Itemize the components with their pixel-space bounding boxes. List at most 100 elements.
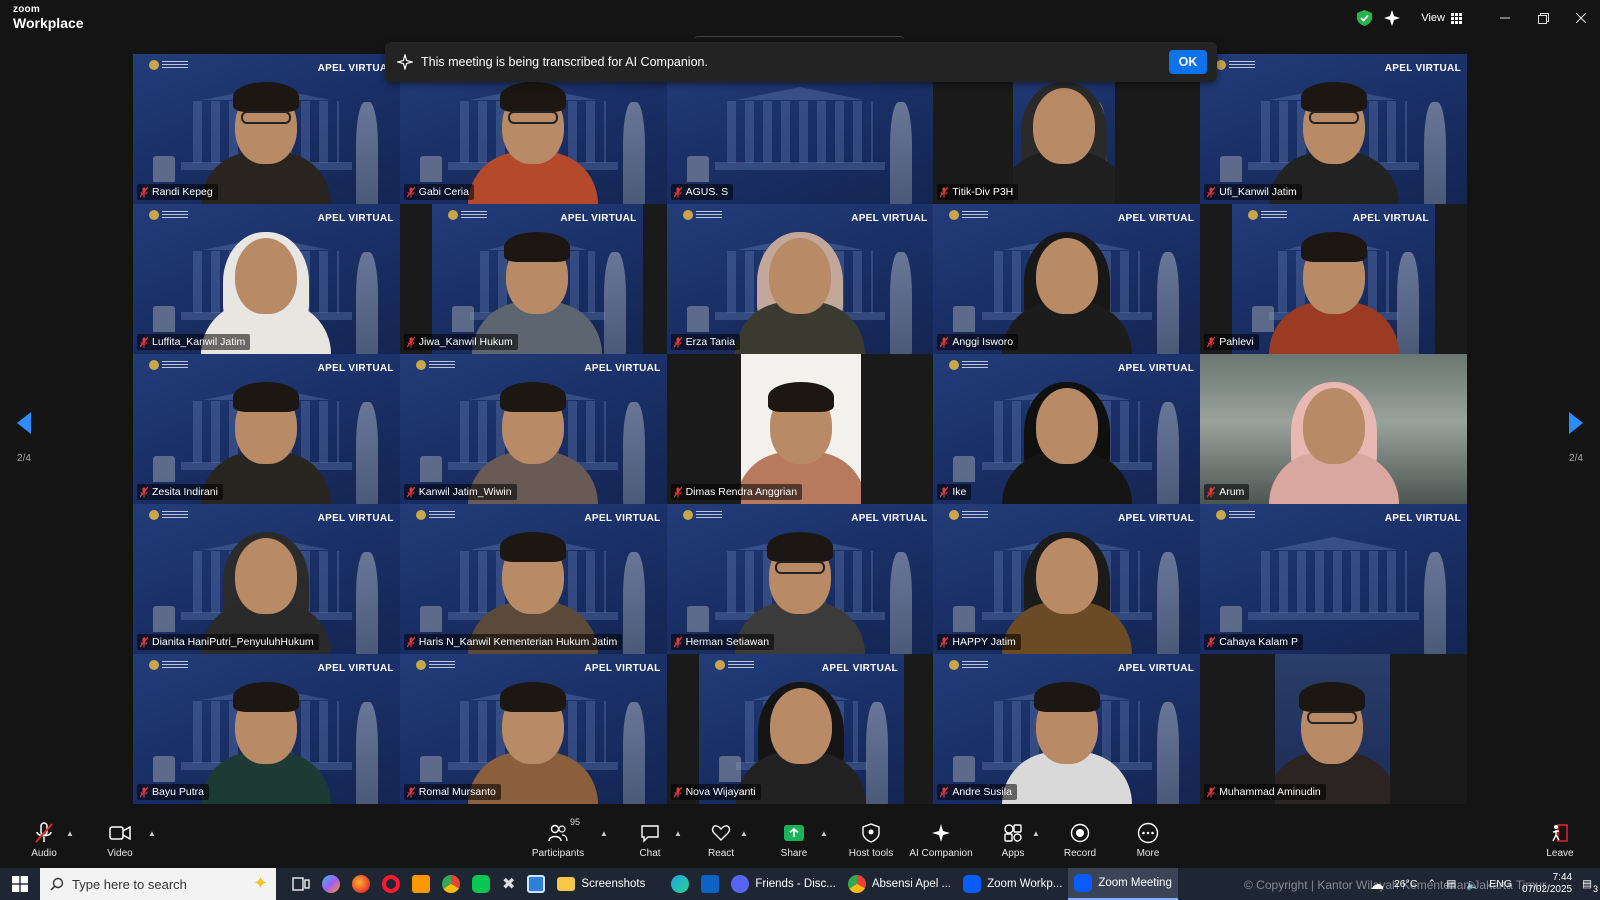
close-button[interactable] — [1562, 0, 1600, 36]
participant-tile[interactable]: APEL VIRTUAL Ike — [933, 354, 1201, 504]
participant-tile[interactable]: Muhammad Aminudin — [1200, 654, 1467, 804]
chat-options-caret-icon[interactable]: ▲ — [674, 829, 682, 838]
participant-tile[interactable]: APEL VIRTUAL Anggi Isworo — [933, 204, 1201, 354]
participants-button[interactable]: 95 Participants — [530, 812, 586, 868]
meeting-toolbar: Audio ▲ Video ▲ 95 Participants ▲ Chat ▲… — [0, 812, 1600, 868]
participant-name: Dianita HaniPutri_PenyuluhHukum — [152, 636, 314, 648]
participant-tile[interactable]: APEL VIRTUAL Cahaya Kalam P — [1200, 504, 1467, 654]
ai-sparkle-icon[interactable] — [1381, 7, 1403, 29]
participant-tile[interactable]: APEL VIRTUAL Romal Mursanto — [399, 654, 667, 804]
share-options-caret-icon[interactable]: ▲ — [820, 829, 828, 838]
podium-graphic — [153, 606, 175, 632]
justice-statue — [356, 552, 379, 654]
taskbar-app-discord[interactable]: Friends - Disc... — [725, 868, 842, 900]
host-tools-button[interactable]: Host tools — [846, 812, 896, 868]
participant-tile[interactable]: APEL VIRTUAL Ufi_Kanwil Jatim — [1200, 54, 1467, 204]
participant-tile[interactable]: APEL VIRTUAL Luffita_Kanwil Jatim — [133, 204, 400, 354]
participant-tile[interactable]: APEL VIRTUAL Randi Kepeg — [133, 54, 400, 204]
mic-muted-icon — [406, 336, 416, 348]
more-button[interactable]: More — [1134, 812, 1162, 868]
chat-button[interactable]: Chat — [634, 812, 666, 868]
minimize-button[interactable] — [1486, 0, 1524, 36]
participant-video — [1001, 679, 1132, 804]
apps-options-caret-icon[interactable]: ▲ — [1032, 829, 1040, 838]
banner-ok-button[interactable]: OK — [1169, 50, 1207, 74]
participant-video — [1001, 529, 1132, 654]
ministry-seal — [149, 210, 188, 220]
participant-tile[interactable]: APEL VIRTUAL Bayu Putra — [133, 654, 400, 804]
participants-options-caret-icon[interactable]: ▲ — [600, 829, 608, 838]
taskbar-app-edge[interactable] — [665, 868, 695, 900]
taskbar-search-box[interactable]: Type here to search ✦ — [40, 868, 276, 900]
participant-tile[interactable]: APEL VIRTUAL Andre Susila — [933, 654, 1201, 804]
prev-page-nav[interactable]: 2/4 — [9, 412, 39, 464]
participant-tile[interactable]: Dimas Rendra Anggrian — [666, 354, 934, 504]
task-view-button[interactable] — [286, 868, 316, 900]
windows-start-button[interactable] — [0, 868, 40, 900]
mic-muted-icon — [406, 186, 416, 198]
video-button[interactable]: Video — [102, 812, 138, 868]
participant-tile[interactable]: APEL VIRTUAL Haris N_Kanwil Kementerian H… — [399, 504, 667, 654]
taskbar-app-tools[interactable]: ✖ — [496, 868, 521, 900]
justice-statue — [623, 702, 646, 804]
participant-name: Gabi Ceria — [418, 186, 469, 198]
audio-button[interactable]: Audio — [26, 812, 62, 868]
next-page-arrow-icon[interactable] — [1567, 412, 1585, 434]
taskbar-app-outlook[interactable] — [695, 868, 725, 900]
taskbar-app-screenshots[interactable]: Screenshots — [551, 868, 651, 900]
participant-tile[interactable]: APEL VIRTUAL Zesita Indirani — [133, 354, 400, 504]
participant-tile[interactable]: Arum — [1200, 354, 1467, 504]
next-page-nav[interactable]: 2/4 — [1561, 412, 1591, 464]
record-button[interactable]: Record — [1062, 812, 1098, 868]
video-options-caret-icon[interactable]: ▲ — [148, 829, 156, 838]
react-button[interactable]: React — [704, 812, 738, 868]
participant-tile[interactable]: APEL VIRTUAL Nova Wijayanti — [666, 654, 934, 804]
participant-tile[interactable]: APEL VIRTUAL Dianita HaniPutri_PenyuluhHu… — [133, 504, 400, 654]
share-button[interactable]: Share — [778, 812, 810, 868]
taskbar-app-sublime[interactable] — [406, 868, 436, 900]
participant-video — [1268, 229, 1399, 354]
taskbar-app-zoom-meeting[interactable]: Zoom Meeting — [1068, 868, 1178, 900]
search-highlight-sparkle-icon: ✦ — [252, 873, 268, 893]
apel-virtual-badge: APEL VIRTUAL — [1117, 213, 1195, 224]
taskbar-app-chrome[interactable] — [436, 868, 466, 900]
taskbar-app-copilot[interactable] — [316, 868, 346, 900]
prev-page-arrow-icon[interactable] — [15, 412, 33, 434]
notification-count: 3 — [1592, 884, 1598, 894]
apel-virtual-badge: APEL VIRTUAL — [317, 513, 394, 524]
mic-muted-icon — [673, 786, 683, 798]
participant-tile[interactable]: APEL VIRTUAL HAPPY Jatim — [933, 504, 1201, 654]
react-label: React — [707, 848, 735, 859]
taskbar-app-generic[interactable] — [521, 868, 551, 900]
participant-tile[interactable]: APEL VIRTUAL Kanwil Jatim_Wiwin — [399, 354, 667, 504]
participant-tile[interactable]: APEL VIRTUAL Herman Setiawan — [666, 504, 934, 654]
participant-tile[interactable]: APEL VIRTUAL Pahlevi — [1200, 204, 1467, 354]
screenshots-label: Screenshots — [581, 878, 646, 890]
notification-center-icon[interactable]: ▤ 3 — [1582, 878, 1598, 894]
mic-muted-icon — [139, 786, 149, 798]
participant-tile[interactable]: APEL VIRTUAL Jiwa_Kanwil Hukum — [399, 204, 667, 354]
participant-tile[interactable]: APEL VIRTUAL Erza Tania — [666, 204, 934, 354]
justice-statue — [623, 552, 646, 654]
encryption-shield-icon[interactable] — [1353, 7, 1375, 29]
react-options-caret-icon[interactable]: ▲ — [740, 829, 748, 838]
apps-button[interactable]: Apps — [1000, 812, 1026, 868]
audio-label: Audio — [31, 848, 57, 859]
ai-companion-button[interactable]: AI Companion — [908, 812, 974, 868]
taskbar-app-zoom-workplace[interactable]: Zoom Workp... — [957, 868, 1068, 900]
participant-name-tag: Dianita HaniPutri_PenyuluhHukum — [137, 634, 319, 650]
taskbar-app-line[interactable] — [466, 868, 496, 900]
window-app-icon — [527, 875, 546, 893]
taskbar-app-firefox[interactable] — [346, 868, 376, 900]
podium-graphic — [451, 306, 474, 332]
taskbar-app-opera[interactable] — [376, 868, 406, 900]
participant-name: Ufi_Kanwil Jatim — [1219, 186, 1297, 198]
leave-button[interactable]: Leave — [1544, 812, 1576, 868]
view-button[interactable]: View — [1421, 12, 1462, 24]
taskbar-app-absensi[interactable]: Absensi Apel ... — [842, 868, 957, 900]
audio-options-caret-icon[interactable]: ▲ — [66, 829, 74, 838]
shield-icon — [862, 823, 880, 843]
ministry-seal — [949, 360, 989, 370]
apel-virtual-badge: APEL VIRTUAL — [821, 663, 899, 674]
restore-button[interactable] — [1524, 0, 1562, 36]
